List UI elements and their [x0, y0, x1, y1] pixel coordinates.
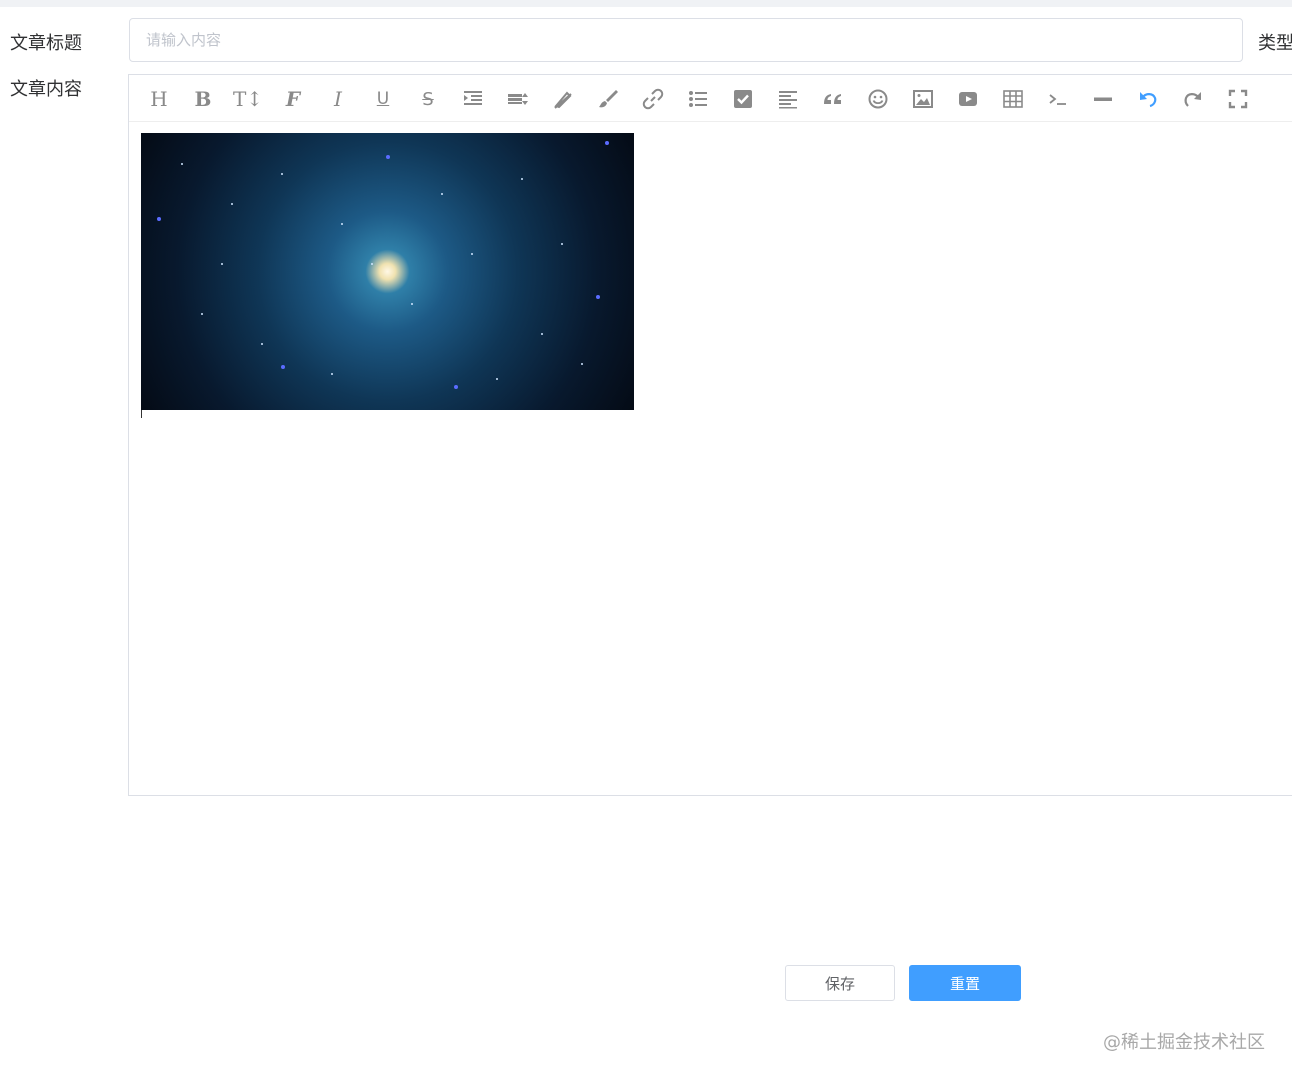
fullscreen-icon[interactable]	[1223, 84, 1253, 114]
text-cursor	[141, 410, 142, 418]
italic-icon[interactable]: I	[323, 84, 353, 114]
checklist-icon[interactable]	[728, 84, 758, 114]
galaxy-image[interactable]	[141, 133, 634, 410]
content-label: 文章内容	[10, 79, 82, 100]
underline-icon[interactable]: U	[368, 84, 398, 114]
emoji-icon[interactable]	[863, 84, 893, 114]
line-height-icon[interactable]	[503, 84, 533, 114]
table-icon[interactable]	[998, 84, 1028, 114]
list-icon[interactable]	[683, 84, 713, 114]
align-icon[interactable]	[773, 84, 803, 114]
redo-icon[interactable]	[1178, 84, 1208, 114]
font-color-icon[interactable]	[548, 84, 578, 114]
indent-icon[interactable]	[458, 84, 488, 114]
divider-icon[interactable]	[1088, 84, 1118, 114]
background-color-icon[interactable]	[593, 84, 623, 114]
editor-toolbar: H B T↕ F I U S	[129, 75, 1292, 122]
font-size-icon[interactable]: T↕	[233, 84, 263, 114]
top-strip	[0, 0, 1292, 7]
image-icon[interactable]	[908, 84, 938, 114]
heading-icon[interactable]: H	[144, 84, 174, 114]
video-icon[interactable]	[953, 84, 983, 114]
reset-button[interactable]: 重置	[909, 965, 1021, 1001]
code-icon[interactable]	[1043, 84, 1073, 114]
bold-icon[interactable]: B	[188, 84, 218, 114]
save-button[interactable]: 保存	[785, 965, 895, 1001]
strikethrough-icon[interactable]: S	[413, 84, 443, 114]
font-family-icon[interactable]: F	[278, 84, 308, 114]
link-icon[interactable]	[638, 84, 668, 114]
quote-icon[interactable]	[818, 84, 848, 114]
type-label: 类型	[1258, 33, 1292, 54]
watermark: @稀土掘金技术社区	[1103, 1032, 1265, 1053]
title-input[interactable]	[129, 18, 1243, 62]
title-label: 文章标题	[10, 33, 82, 54]
undo-icon[interactable]	[1133, 84, 1163, 114]
rich-text-editor[interactable]: H B T↕ F I U S	[128, 74, 1292, 796]
